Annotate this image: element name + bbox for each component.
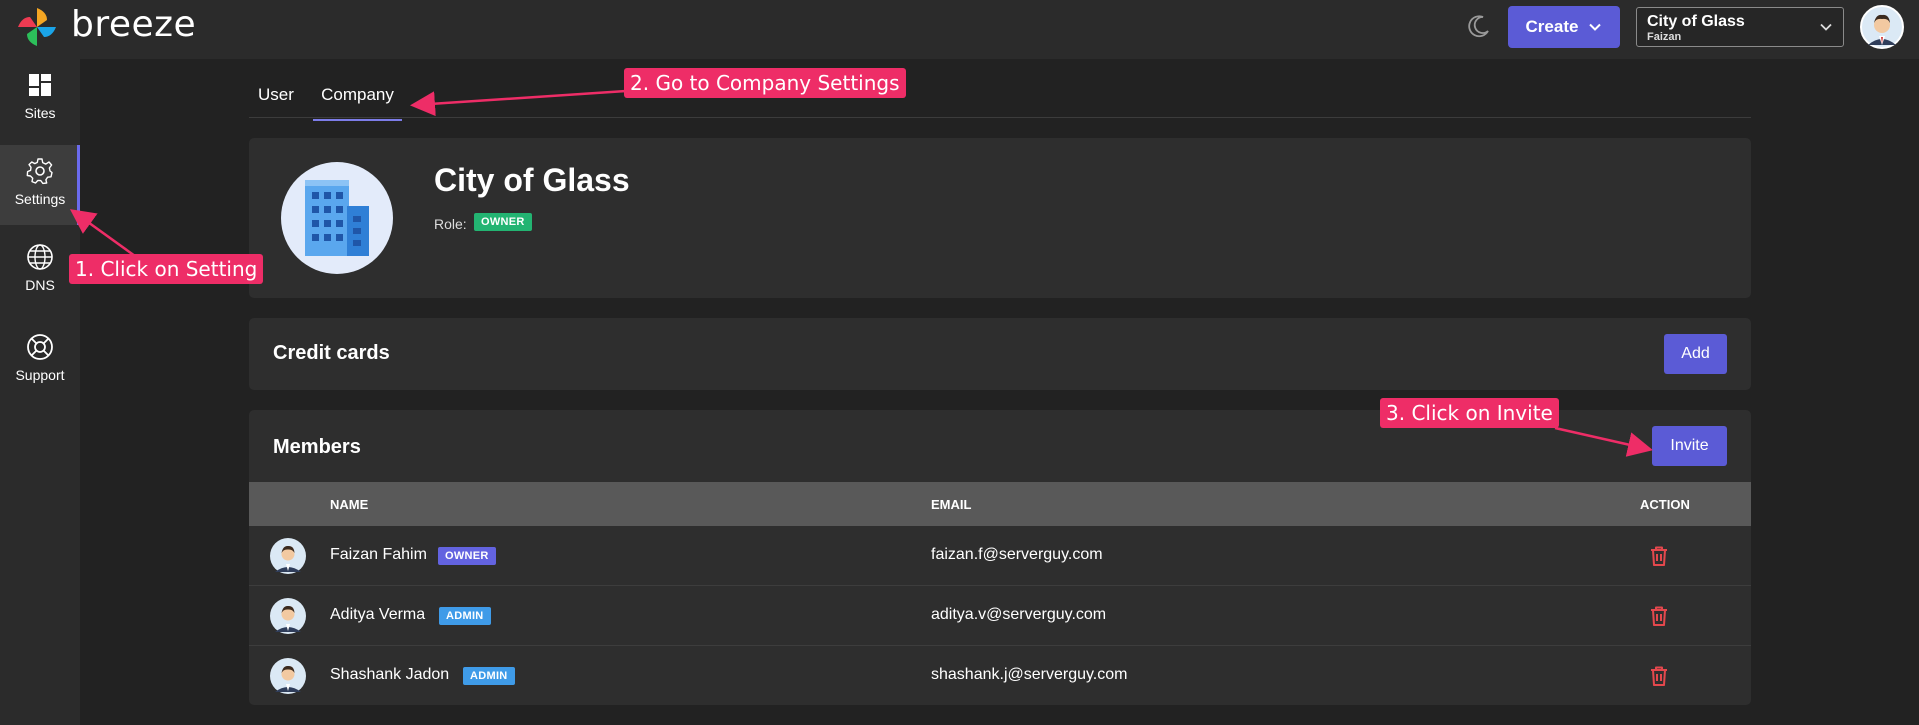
- member-role-badge: ADMIN: [463, 667, 515, 685]
- annotation-step3: 3. Click on Invite: [1380, 398, 1559, 428]
- member-avatar: [270, 538, 306, 574]
- members-card: Members Invite NAME EMAIL ACTION Faizan …: [249, 410, 1751, 705]
- sidebar-item-label: DNS: [25, 277, 55, 293]
- sidebar-item-dns[interactable]: DNS: [0, 231, 80, 311]
- top-bar: breeze Create City of Glass Faizan: [0, 0, 1919, 59]
- settings-tabs: User Company: [249, 76, 1751, 121]
- chevron-down-icon: [1820, 23, 1832, 31]
- breeze-logo-icon[interactable]: [16, 6, 58, 48]
- table-row: Aditya Verma ADMIN aditya.v@serverguy.co…: [249, 586, 1751, 646]
- member-name: Faizan Fahim: [330, 546, 427, 563]
- company-select[interactable]: City of Glass Faizan: [1636, 7, 1844, 47]
- member-role-badge: ADMIN: [439, 607, 491, 625]
- role-label: Role:: [434, 216, 467, 232]
- member-email: faizan.f@serverguy.com: [931, 546, 1103, 563]
- annotation-step1: 1. Click on Setting: [69, 254, 264, 284]
- sidebar-item-settings[interactable]: Settings: [0, 145, 80, 225]
- sidebar-item-support[interactable]: Support: [0, 321, 80, 401]
- brand-name[interactable]: breeze: [71, 4, 196, 45]
- table-row: Shashank Jadon ADMIN shashank.j@servergu…: [249, 646, 1751, 705]
- column-header-action: ACTION: [1640, 497, 1690, 512]
- gear-icon: [26, 158, 53, 185]
- add-credit-card-button[interactable]: Add: [1664, 334, 1727, 374]
- member-avatar: [270, 598, 306, 634]
- trash-icon[interactable]: [1647, 604, 1671, 628]
- chevron-down-icon: [1589, 23, 1602, 31]
- member-avatar: [270, 658, 306, 694]
- members-table-header: NAME EMAIL ACTION: [249, 482, 1751, 526]
- sidebar-item-sites[interactable]: Sites: [0, 59, 80, 139]
- sidebar-item-label: Support: [15, 367, 65, 383]
- company-select-user: Faizan: [1647, 31, 1682, 43]
- company-profile-card: City of Glass Role: OWNER: [249, 138, 1751, 298]
- moon-icon[interactable]: [1466, 13, 1492, 39]
- trash-icon[interactable]: [1647, 544, 1671, 568]
- member-role-badge: OWNER: [438, 547, 496, 565]
- company-name: City of Glass: [434, 162, 630, 198]
- credit-cards-card: Credit cards Add: [249, 318, 1751, 390]
- lifebuoy-icon: [27, 334, 53, 360]
- member-name: Aditya Verma: [330, 606, 426, 623]
- tab-company[interactable]: Company: [313, 85, 402, 121]
- sidebar-item-label: Sites: [24, 105, 56, 121]
- company-select-name: City of Glass: [1647, 13, 1745, 30]
- create-button[interactable]: Create: [1508, 6, 1620, 48]
- member-email: shashank.j@serverguy.com: [931, 666, 1128, 683]
- trash-icon[interactable]: [1647, 664, 1671, 688]
- members-title: Members: [273, 436, 361, 458]
- building-icon: [281, 162, 393, 274]
- tab-user[interactable]: User: [258, 85, 294, 119]
- globe-icon: [27, 244, 53, 270]
- dashboard-grid-icon: [29, 74, 51, 96]
- invite-button[interactable]: Invite: [1652, 426, 1727, 466]
- user-avatar[interactable]: [1860, 5, 1904, 49]
- role-badge: OWNER: [474, 213, 532, 231]
- member-email: aditya.v@serverguy.com: [931, 606, 1107, 623]
- member-name: Shashank Jadon: [330, 666, 450, 683]
- annotation-step2: 2. Go to Company Settings: [624, 68, 906, 98]
- annotation-arrow-step1: [69, 209, 136, 258]
- credit-cards-title: Credit cards: [273, 342, 390, 364]
- sidebar-item-label: Settings: [14, 191, 66, 207]
- sidebar: Sites Settings DNS Support: [0, 59, 80, 725]
- create-button-label: Create: [1525, 17, 1579, 36]
- column-header-name: NAME: [330, 497, 369, 512]
- table-row: Faizan Fahim OWNER faizan.f@serverguy.co…: [249, 526, 1751, 586]
- column-header-email: EMAIL: [931, 497, 972, 512]
